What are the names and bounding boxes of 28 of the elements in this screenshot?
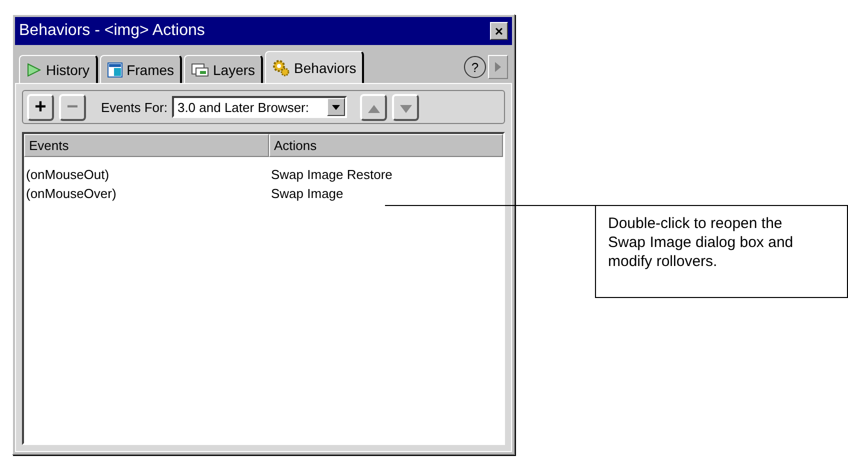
panel-tab[interactable]: Layers	[184, 55, 264, 83]
play-icon	[26, 62, 42, 78]
layers-icon	[191, 62, 210, 78]
action-cell[interactable]: Swap Image	[271, 184, 503, 203]
panel-tab[interactable]: History	[19, 55, 98, 83]
event-cell[interactable]: (onMouseOut)	[26, 165, 271, 184]
window-title: Behaviors - <img> Actions	[19, 22, 205, 40]
panel-tab[interactable]: Behaviors	[265, 51, 364, 83]
frames-icon	[106, 62, 123, 78]
gear-icon	[272, 58, 290, 76]
up-arrow-icon	[368, 105, 380, 113]
event-cell[interactable]: (onMouseOver)	[26, 184, 271, 203]
column-header[interactable]: Events	[24, 134, 269, 157]
caret-icon	[327, 98, 346, 116]
close-button[interactable]: ×	[490, 22, 508, 40]
panel-tab[interactable]: Frames	[100, 55, 182, 83]
add-button[interactable]: +	[27, 94, 54, 120]
scroll-tabs-button[interactable]	[488, 55, 508, 79]
column-header[interactable]: Actions	[269, 134, 503, 157]
move-down-button[interactable]	[392, 94, 420, 120]
events-for-label: Events For:	[101, 100, 168, 114]
move-up-button[interactable]	[360, 94, 388, 120]
help-button[interactable]: ?	[464, 56, 486, 78]
action-cell[interactable]: Swap Image Restore	[271, 165, 503, 184]
right-arrow-icon	[495, 62, 501, 72]
down-arrow-icon	[400, 105, 412, 113]
events-for-dropdown[interactable]: 3.0 and Later Browser:	[172, 96, 348, 118]
callout-text: Double-click to reopen the Swap Image dialog box and modify rollovers.	[595, 205, 848, 298]
